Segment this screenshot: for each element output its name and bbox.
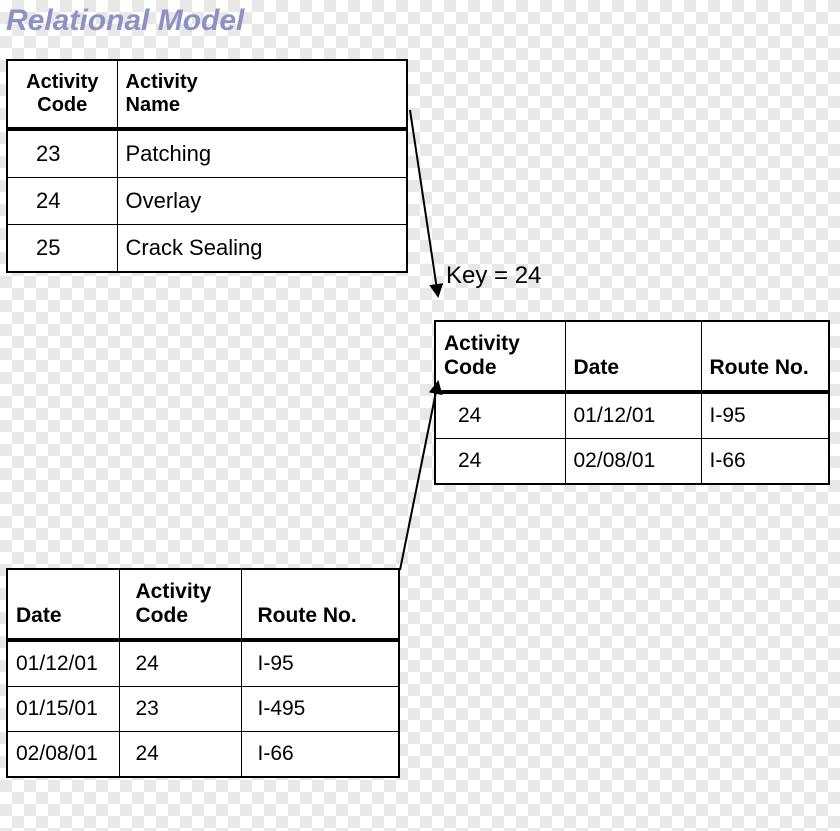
- cell: Patching: [117, 129, 407, 178]
- cell: 01/12/01: [7, 640, 119, 687]
- table-row: 01/12/0124I-95: [7, 640, 399, 687]
- cell: 02/08/01: [565, 439, 701, 485]
- cell: I-66: [241, 732, 399, 778]
- cell: I-95: [701, 392, 829, 439]
- cell: 25: [7, 225, 117, 273]
- cell: 24: [119, 640, 241, 687]
- arrow-bottom-to-result: [400, 382, 438, 570]
- col-header: Date: [7, 569, 119, 640]
- table-row: 02/08/0124I-66: [7, 732, 399, 778]
- table-row: 01/15/0123I-495: [7, 687, 399, 732]
- cell: 01/12/01: [565, 392, 701, 439]
- col-header: Route No.: [701, 321, 829, 392]
- cell: 02/08/01: [7, 732, 119, 778]
- cell: 23: [119, 687, 241, 732]
- joined-result-table: ActivityCode Date Route No. 2401/12/01I-…: [434, 320, 830, 485]
- col-header: Date: [565, 321, 701, 392]
- col-header: Route No.: [241, 569, 399, 640]
- arrow-top-to-result: [410, 110, 438, 296]
- cell: 24: [435, 392, 565, 439]
- cell: Crack Sealing: [117, 225, 407, 273]
- cell: I-66: [701, 439, 829, 485]
- cell: 24: [435, 439, 565, 485]
- date-activity-table: Date ActivityCode Route No. 01/12/0124I-…: [6, 568, 400, 778]
- cell: 23: [7, 129, 117, 178]
- cell: 24: [7, 178, 117, 225]
- table-row: 25Crack Sealing: [7, 225, 407, 273]
- table-row: 24Overlay: [7, 178, 407, 225]
- cell: I-95: [241, 640, 399, 687]
- table-row: 2402/08/01I-66: [435, 439, 829, 485]
- table-row: 23Patching: [7, 129, 407, 178]
- col-header: ActivityCode: [119, 569, 241, 640]
- col-header: ActivityCode: [435, 321, 565, 392]
- cell: 01/15/01: [7, 687, 119, 732]
- col-header: ActivityCode: [7, 60, 117, 129]
- cell: 24: [119, 732, 241, 778]
- key-label: Key = 24: [446, 262, 541, 290]
- activity-table: ActivityCode ActivityName 23Patching 24O…: [6, 59, 408, 273]
- table-row: 2401/12/01I-95: [435, 392, 829, 439]
- cell: I-495: [241, 687, 399, 732]
- diagram-title: Relational Model: [6, 4, 244, 38]
- cell: Overlay: [117, 178, 407, 225]
- col-header: ActivityName: [117, 60, 407, 129]
